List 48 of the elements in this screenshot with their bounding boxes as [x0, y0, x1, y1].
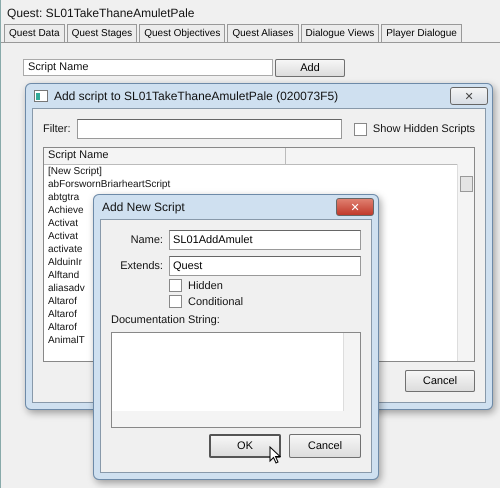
list-item[interactable]: activate: [48, 243, 82, 256]
tab[interactable]: Quest Stages: [66, 24, 138, 42]
tab[interactable]: Quest Objectives: [139, 24, 226, 42]
list-item[interactable]: Alftand: [48, 269, 80, 282]
checkbox[interactable]: [169, 295, 182, 308]
list-item[interactable]: Activat: [48, 230, 78, 243]
cancel-button[interactable]: Cancel: [405, 370, 475, 392]
window-icon: [34, 90, 48, 102]
dialog-title: Add New Script: [102, 200, 186, 214]
list-item[interactable]: AlduinIr: [48, 256, 82, 269]
name-field[interactable]: SL01AddAmulet: [169, 230, 361, 250]
list-item[interactable]: Altarof: [48, 308, 77, 321]
filter-label: Filter:: [43, 123, 70, 135]
documentation-label: Documentation String:: [111, 314, 221, 326]
list-item[interactable]: Activat: [48, 217, 78, 230]
extends-field[interactable]: Quest: [169, 256, 361, 276]
documentation-field[interactable]: [111, 332, 361, 428]
list-item[interactable]: AnimalT: [48, 334, 85, 347]
tab[interactable]: Player Dialogue: [381, 24, 462, 42]
list-item[interactable]: abtgtra: [48, 191, 80, 204]
cursor-icon: [269, 446, 281, 464]
add-button[interactable]: Add: [275, 59, 345, 77]
list-item[interactable]: [New Script]: [48, 165, 102, 178]
checkbox-label: Conditional: [188, 296, 244, 308]
list-item[interactable]: Altarof: [48, 295, 77, 308]
tab[interactable]: Quest Data: [4, 24, 65, 42]
name-label: Name:: [130, 234, 163, 246]
tab[interactable]: Quest Aliases: [227, 24, 298, 42]
checkbox-label: Show Hidden Scripts: [372, 123, 475, 135]
filter-field[interactable]: [76, 119, 342, 139]
list-item[interactable]: abForswornBriarheartScript: [48, 178, 170, 191]
tab[interactable]: Dialogue Views: [300, 24, 380, 42]
window-title: Quest: SL01TakeThaneAmuletPale: [6, 5, 196, 22]
dialog-title: Add script to SL01TakeThaneAmuletPale (020073F5): [54, 89, 340, 103]
checkbox[interactable]: [354, 122, 367, 136]
close-button[interactable]: ✕: [450, 87, 488, 105]
checkbox[interactable]: [169, 279, 182, 292]
cancel-button[interactable]: Cancel: [289, 434, 361, 458]
extends-label: Extends:: [119, 260, 163, 272]
ok-button[interactable]: OK: [209, 434, 281, 458]
column-header: Script Name: [44, 148, 286, 164]
list-item[interactable]: aliasadv: [48, 282, 85, 295]
checkbox-label: Hidden: [188, 280, 223, 292]
close-button[interactable]: ✕: [336, 198, 374, 216]
scrollbar[interactable]: [457, 164, 474, 361]
column-header: Script Name: [23, 59, 273, 76]
list-item[interactable]: Achieve: [48, 204, 84, 217]
list-item[interactable]: Altarof: [48, 321, 77, 334]
